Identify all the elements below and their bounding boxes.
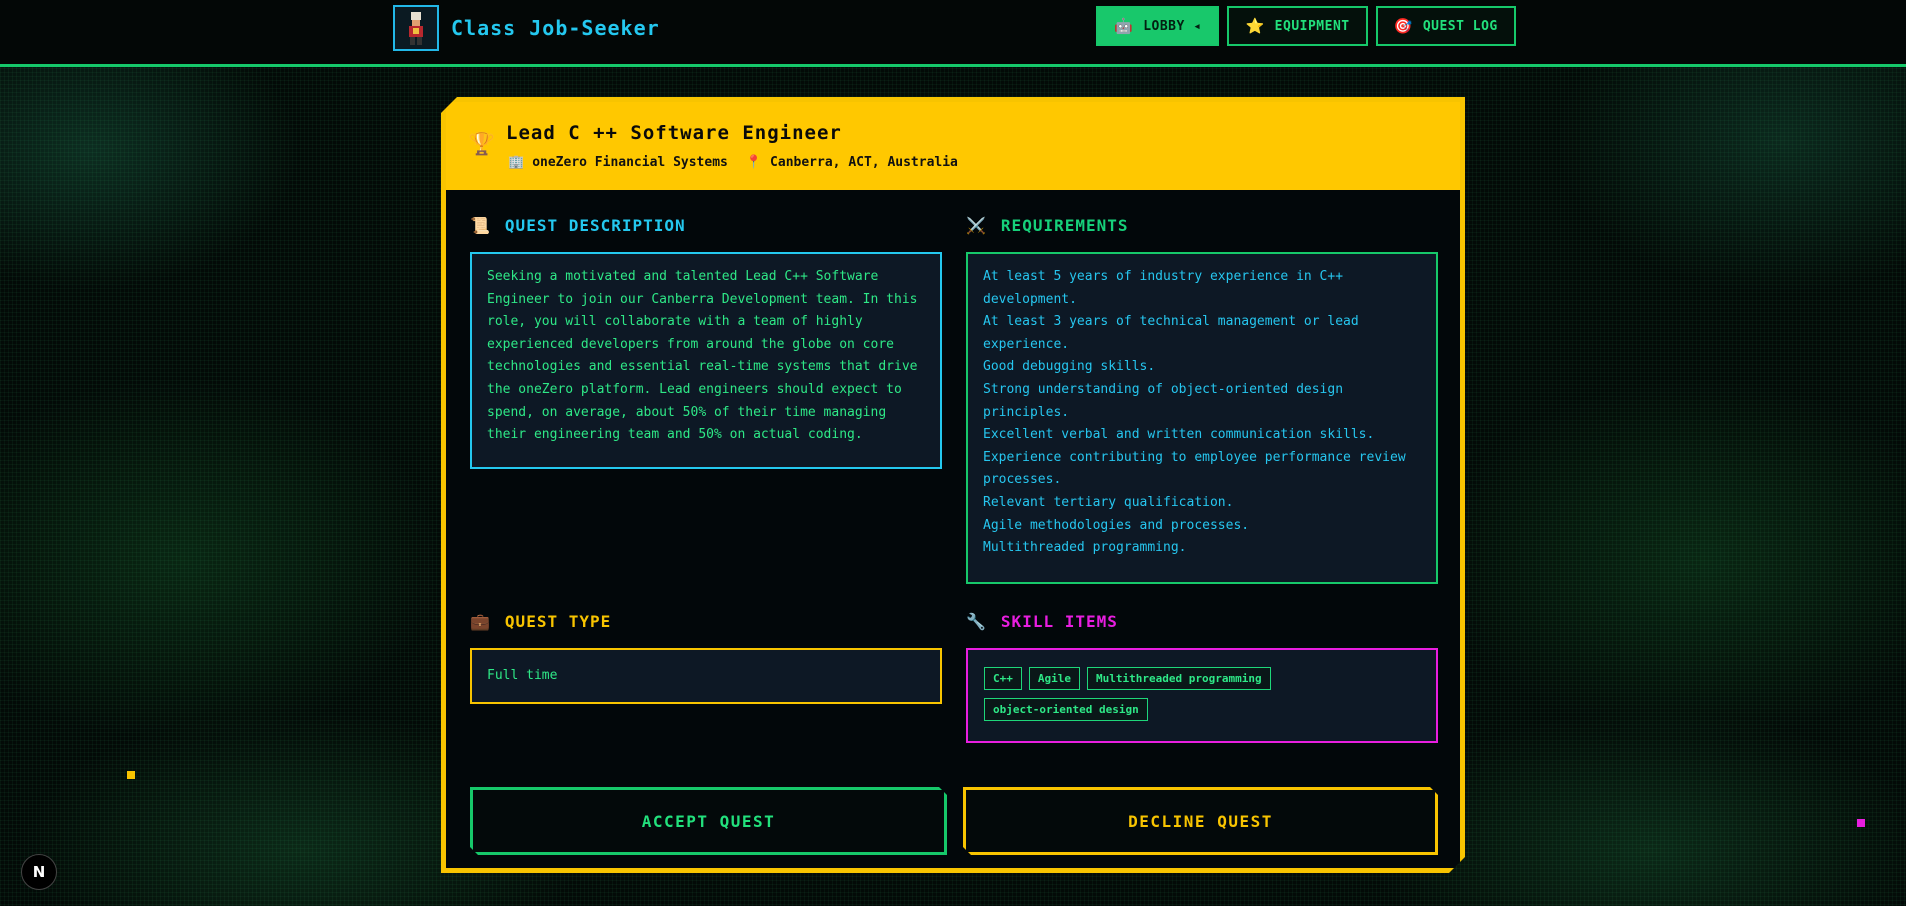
description-heading: 📜 QUEST DESCRIPTION [470, 216, 686, 235]
target-icon: 🎯 [1393, 17, 1413, 35]
description-text: Seeking a motivated and talented Lead C+… [487, 269, 918, 443]
job-title: Lead C ++ Software Engineer [506, 122, 842, 144]
requirement-item: At least 5 years of industry experience … [983, 269, 1344, 307]
requirement-item: Experience contributing to employee perf… [983, 449, 1406, 488]
job-meta: 🏢 oneZero Financial Systems 📍 Canberra, … [508, 155, 958, 170]
top-bar: Class Job-Seeker 🤖 LOBBY ◂ ⭐ EQUIPMENT 🎯… [0, 0, 1906, 67]
quest-type-box: Full time [470, 648, 942, 704]
requirement-item: Excellent verbal and written communicati… [983, 427, 1375, 443]
requirement-item: Relevant tertiary qualification. [983, 494, 1234, 510]
job-header: 🏆 Lead C ++ Software Engineer 🏢 oneZero … [446, 102, 1460, 190]
skill-chip[interactable]: object-oriented design [984, 698, 1148, 721]
requirements-box: At least 5 years of industry experience … [966, 252, 1438, 584]
decline-quest-button[interactable]: DECLINE QUEST [963, 787, 1438, 855]
scroll-icon: 📜 [470, 216, 491, 235]
building-icon: 🏢 [508, 155, 525, 170]
trophy-icon: 🏆 [468, 132, 496, 157]
job-location: Canberra, ACT, Australia [770, 155, 958, 170]
main-nav: 🤖 LOBBY ◂ ⭐ EQUIPMENT 🎯 QUEST LOG [1096, 6, 1516, 46]
accept-quest-button[interactable]: ACCEPT QUEST [470, 787, 947, 855]
job-card: 🏆 Lead C ++ Software Engineer 🏢 oneZero … [441, 97, 1465, 873]
requirement-item: At least 3 years of technical management… [983, 314, 1359, 352]
requirement-item: Agile methodologies and processes. [983, 517, 1250, 533]
robot-icon: 🤖 [1114, 17, 1134, 35]
decor-pixel [127, 771, 135, 779]
nav-lobby-button[interactable]: 🤖 LOBBY ◂ [1096, 6, 1220, 46]
requirement-item: Strong understanding of object-oriented … [983, 381, 1344, 420]
wrench-icon: 🔧 [966, 612, 987, 631]
quest-type-heading: 💼 QUEST TYPE [470, 612, 612, 631]
quest-type-value: Full time [487, 668, 558, 683]
requirement-item: Good debugging skills. [983, 359, 1156, 375]
company-name: oneZero Financial Systems [532, 155, 728, 170]
nav-equipment-button[interactable]: ⭐ EQUIPMENT [1227, 6, 1368, 46]
star-icon: ⭐ [1245, 17, 1265, 35]
avatar [393, 5, 439, 51]
decor-pixel [1857, 819, 1865, 827]
skills-heading: 🔧 SKILL ITEMS [966, 612, 1118, 631]
briefcase-icon: 💼 [470, 612, 491, 631]
description-box: Seeking a motivated and talented Lead C+… [470, 252, 942, 469]
location-pin-icon: 📍 [745, 155, 763, 170]
brand[interactable]: Class Job-Seeker [393, 5, 660, 51]
app-title: Class Job-Seeker [451, 16, 660, 40]
skill-chip[interactable]: C++ [984, 667, 1022, 690]
nav-quest-log-button[interactable]: 🎯 QUEST LOG [1375, 6, 1516, 46]
requirements-heading: ⚔️ REQUIREMENTS [966, 216, 1129, 235]
crossed-swords-icon: ⚔️ [966, 216, 987, 235]
skill-chip[interactable]: Multithreaded programming [1087, 667, 1271, 690]
skills-box: C++ Agile Multithreaded programming object… [966, 648, 1438, 743]
requirement-item: Multithreaded programming. [983, 540, 1187, 556]
skill-chip[interactable]: Agile [1029, 667, 1080, 690]
dev-tools-badge[interactable]: N [21, 854, 57, 890]
